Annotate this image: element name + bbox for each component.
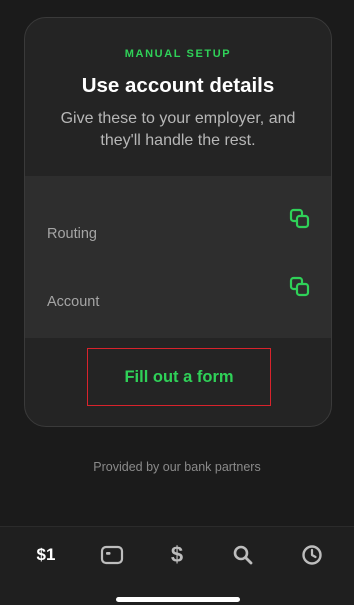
account-details-card: MANUAL SETUP Use account details Give th… xyxy=(24,17,332,427)
copy-routing-button[interactable] xyxy=(289,208,311,230)
tab-balance[interactable]: $1 xyxy=(26,541,66,569)
account-row: Account xyxy=(25,276,331,316)
screen: MANUAL SETUP Use account details Give th… xyxy=(0,0,354,605)
card-icon xyxy=(100,545,124,565)
routing-label: Routing xyxy=(47,226,97,242)
tab-pay[interactable]: $ xyxy=(157,541,197,569)
bank-partners-note: Provided by our bank partners xyxy=(93,460,261,474)
routing-row: Routing xyxy=(25,208,331,248)
home-indicator[interactable] xyxy=(116,597,240,602)
eyebrow-label: MANUAL SETUP xyxy=(124,48,232,60)
fill-out-form-button[interactable]: Fill out a form xyxy=(87,348,271,406)
tab-activity[interactable] xyxy=(292,541,332,569)
account-details-section: Routing Account xyxy=(25,176,331,338)
copy-account-button[interactable] xyxy=(289,276,311,298)
bottom-tab-bar: $1 $ xyxy=(0,526,354,605)
card-subtitle: Give these to your employer, and they'll… xyxy=(60,110,296,149)
account-label: Account xyxy=(47,294,100,310)
search-icon xyxy=(233,545,253,565)
copy-icon xyxy=(289,276,310,297)
copy-icon xyxy=(289,208,310,229)
tab-search[interactable] xyxy=(223,541,263,569)
card-title: Use account details xyxy=(81,74,275,97)
clock-icon xyxy=(302,545,322,565)
tab-card[interactable] xyxy=(92,541,132,569)
